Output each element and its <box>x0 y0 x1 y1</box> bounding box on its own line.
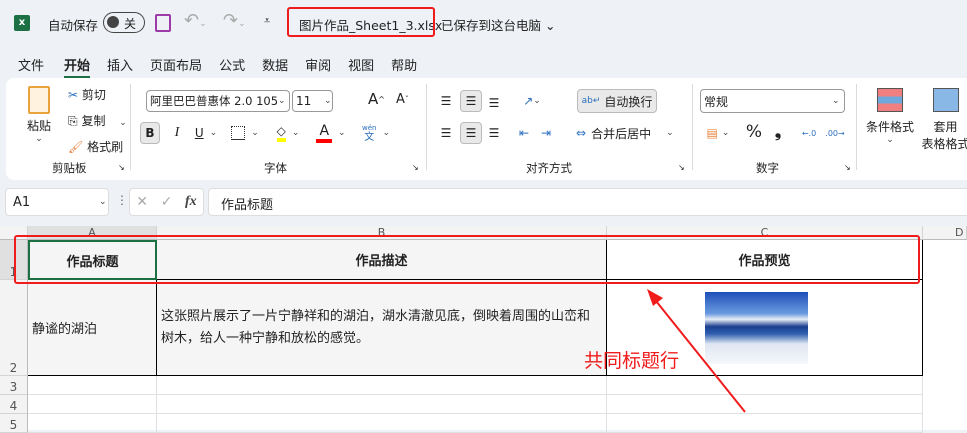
annotation-arrow-icon <box>647 289 746 413</box>
annotation-label: 共同标题行 <box>584 350 680 372</box>
